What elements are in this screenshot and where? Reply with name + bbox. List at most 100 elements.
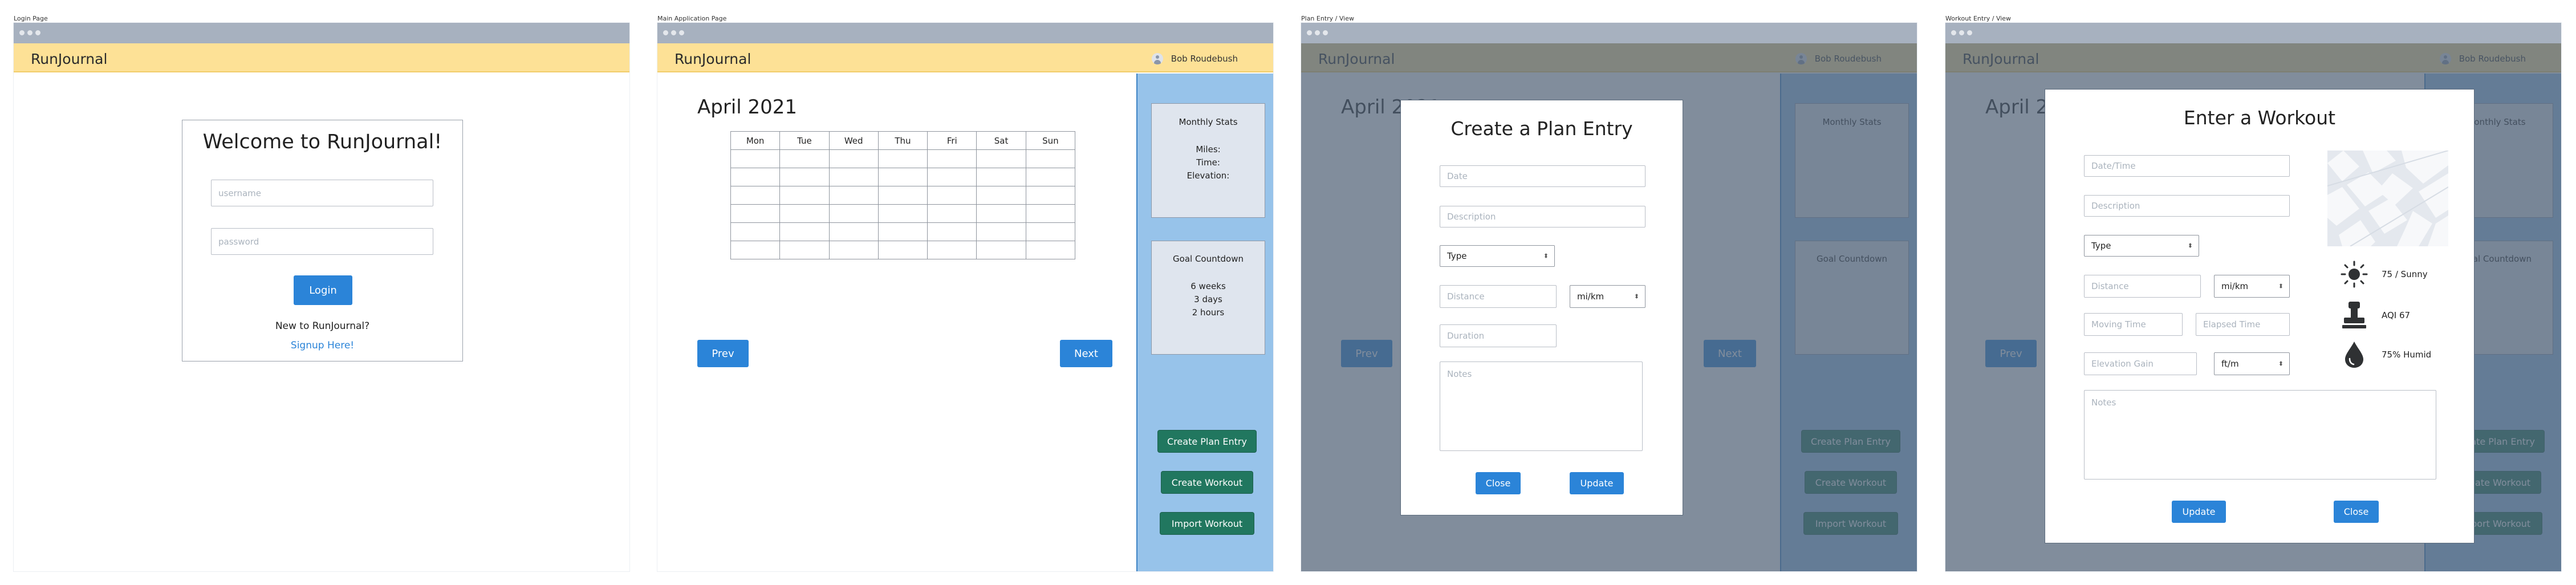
calendar-day-cell[interactable] (828, 222, 879, 241)
login-card: Welcome to RunJournal! username password… (182, 120, 463, 361)
calendar-day-cell[interactable] (828, 168, 879, 186)
username-input[interactable]: username (211, 180, 433, 206)
signup-link[interactable]: Signup Here! (182, 340, 462, 351)
create-plan-entry-button[interactable]: Create Plan Entry (1158, 430, 1256, 452)
calendar-day-cell[interactable] (877, 204, 928, 223)
calendar-day-cell[interactable] (779, 168, 830, 186)
calendar-day-cell[interactable] (730, 186, 781, 205)
calendar-day-cell[interactable] (828, 241, 879, 259)
calendar-day-cell[interactable] (779, 222, 830, 241)
window-dot[interactable] (679, 30, 684, 35)
calendar-day-cell[interactable] (1025, 204, 1076, 223)
calendar-day-cell[interactable] (1025, 186, 1076, 205)
window-dot[interactable] (1315, 30, 1320, 35)
calendar-day-cell[interactable] (877, 149, 928, 168)
plan-duration-input[interactable]: Duration (1440, 324, 1557, 347)
stamp-icon (2342, 302, 2366, 328)
workout-description-input[interactable]: Description (2084, 195, 2290, 217)
calendar-day-cell[interactable] (1025, 149, 1076, 168)
calendar-day-cell[interactable] (828, 204, 879, 223)
calendar-day-cell[interactable] (976, 168, 1026, 186)
elevation-gain-input[interactable]: Elevation Gain (2084, 352, 2197, 375)
calendar-day-cell[interactable] (779, 204, 830, 223)
calendar-day-cell[interactable] (927, 241, 977, 259)
app-header: RunJournal (14, 43, 629, 72)
window-dot[interactable] (35, 30, 40, 35)
password-input[interactable]: password (211, 228, 433, 255)
next-month-button[interactable]: Next (1060, 340, 1112, 367)
workout-datetime-input[interactable]: Date/Time (2084, 155, 2290, 177)
plan-date-input[interactable]: Date (1440, 165, 1645, 187)
calendar-day-header: Sat (976, 131, 1026, 150)
window-dot[interactable] (1307, 30, 1312, 35)
workout-distance-input[interactable]: Distance (2084, 275, 2201, 298)
window-dot[interactable] (27, 30, 32, 35)
calendar-day-cell[interactable] (1025, 168, 1076, 186)
stats-time: Time: (1196, 157, 1220, 168)
plan-unit-select[interactable]: mi/km (1570, 285, 1645, 308)
prev-month-button[interactable]: Prev (697, 340, 749, 367)
workout-modal: Enter a Workout Date/Time Description Ty… (2045, 90, 2474, 543)
calendar-day-cell[interactable] (730, 222, 781, 241)
window-dot[interactable] (671, 30, 676, 35)
elevation-unit-select[interactable]: ft/m (2214, 352, 2290, 375)
window-dot[interactable] (1959, 30, 1964, 35)
calendar-day-cell[interactable] (927, 149, 977, 168)
calendar-day-cell[interactable] (828, 149, 879, 168)
calendar-day-cell[interactable] (927, 168, 977, 186)
calendar-day-cell[interactable] (730, 168, 781, 186)
create-workout-button[interactable]: Create Workout (1161, 472, 1253, 493)
calendar-day-cell[interactable] (976, 204, 1026, 223)
calendar-day-cell[interactable] (779, 241, 830, 259)
calendar-day-cell[interactable] (730, 149, 781, 168)
calendar-day-cell[interactable] (1025, 222, 1076, 241)
calendar-day-header: Mon (730, 131, 781, 150)
workout-distance-unit-select[interactable]: mi/km (2214, 275, 2290, 298)
calendar-day-cell[interactable] (877, 168, 928, 186)
calendar-day-cell[interactable] (779, 186, 830, 205)
workout-notes-textarea[interactable]: Notes (2084, 390, 2436, 480)
calendar-day-cell[interactable] (976, 222, 1026, 241)
calendar-day-cell[interactable] (976, 241, 1026, 259)
plan-type-select[interactable]: Type (1440, 245, 1555, 267)
app-brand: RunJournal (31, 51, 108, 67)
calendar-day-cell[interactable] (877, 186, 928, 205)
window-dot[interactable] (1967, 30, 1972, 35)
elapsed-time-input[interactable]: Elapsed Time (2196, 313, 2290, 336)
login-window: RunJournal Welcome to RunJournal! userna… (14, 23, 629, 571)
window-dot[interactable] (19, 30, 25, 35)
plan-description-input[interactable]: Description (1440, 206, 1645, 228)
calendar-day-cell[interactable] (730, 241, 781, 259)
user-menu[interactable]: Bob Roudebush (1151, 53, 1238, 64)
plan-close-button[interactable]: Close (1476, 472, 1521, 494)
plan-update-button[interactable]: Update (1570, 472, 1624, 494)
workout-update-button[interactable]: Update (2172, 501, 2226, 523)
map-thumbnail[interactable] (2327, 151, 2448, 246)
panel-label-main: Main Application Page (657, 15, 727, 22)
calendar-day-cell[interactable] (927, 204, 977, 223)
plan-distance-input[interactable]: Distance (1440, 285, 1557, 308)
login-button[interactable]: Login (294, 275, 352, 305)
workout-type-select[interactable]: Type (2084, 235, 2199, 257)
window-dot[interactable] (663, 30, 668, 35)
app-brand: RunJournal (675, 51, 751, 67)
workout-close-button[interactable]: Close (2334, 501, 2379, 523)
moving-time-input[interactable]: Moving Time (2084, 313, 2183, 336)
calendar-week-row (730, 222, 1076, 241)
calendar-day-cell[interactable] (927, 222, 977, 241)
calendar-day-cell[interactable] (779, 149, 830, 168)
window-dot[interactable] (1951, 30, 1956, 35)
plan-notes-textarea[interactable]: Notes (1440, 361, 1643, 451)
calendar-day-cell[interactable] (1025, 241, 1076, 259)
user-name: Bob Roudebush (1171, 54, 1238, 64)
import-workout-button[interactable]: Import Workout (1160, 513, 1254, 534)
calendar-day-cell[interactable] (730, 204, 781, 223)
stats-elevation: Elevation: (1187, 170, 1230, 181)
calendar-day-cell[interactable] (877, 222, 928, 241)
window-dot[interactable] (1323, 30, 1328, 35)
calendar-day-cell[interactable] (976, 149, 1026, 168)
calendar-day-cell[interactable] (976, 186, 1026, 205)
calendar-day-cell[interactable] (927, 186, 977, 205)
calendar-day-cell[interactable] (828, 186, 879, 205)
calendar-day-cell[interactable] (877, 241, 928, 259)
